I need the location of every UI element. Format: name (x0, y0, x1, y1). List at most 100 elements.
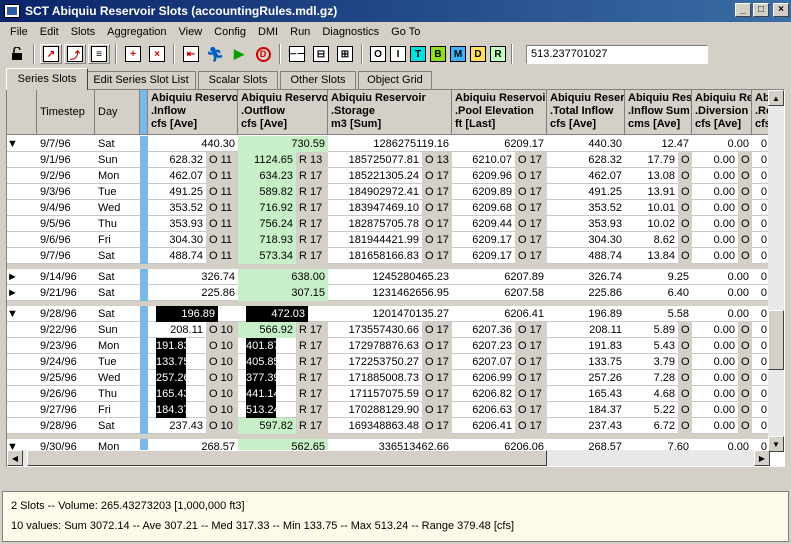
value-cell[interactable]: 573.34 (238, 248, 296, 264)
value-cell[interactable]: 196.89 (547, 306, 625, 322)
value-cell[interactable]: 183947469.10 (328, 200, 422, 216)
value-cell[interactable]: 6.72 (625, 418, 678, 434)
menu-item[interactable]: Slots (65, 26, 101, 38)
value-cell[interactable]: 6207.89 (452, 269, 547, 285)
vertical-scroll-thumb[interactable] (768, 310, 784, 370)
value-cell[interactable]: 12.47 (625, 136, 692, 152)
value-cell[interactable]: 181944421.99 (328, 232, 422, 248)
value-cell[interactable]: 0.00 (692, 184, 738, 200)
expand-toggle-icon[interactable] (7, 386, 37, 402)
header-slot[interactable]: Abiquiu Reservoir .Pool Elevation ft [Last… (452, 90, 547, 135)
value-cell[interactable]: 10.01 (625, 200, 678, 216)
value-cell[interactable]: 208.11 (148, 322, 206, 338)
value-cell[interactable]: 8.62 (625, 232, 678, 248)
value-cell[interactable]: 4.68 (625, 386, 678, 402)
value-cell[interactable]: 184902972.41 (328, 184, 422, 200)
menu-item[interactable]: File (4, 26, 34, 38)
value-cell[interactable]: 13.91 (625, 184, 678, 200)
lock-icon[interactable] (6, 44, 28, 64)
value-cell[interactable]: 171885008.73 (328, 370, 422, 386)
value-cell[interactable]: 1245280465.23 (328, 269, 452, 285)
value-cell[interactable]: 0.00 (692, 168, 738, 184)
value-cell[interactable]: 0.00 (692, 386, 738, 402)
menu-item[interactable]: View (173, 26, 209, 38)
value-cell[interactable]: 0.00 (692, 200, 738, 216)
header-day[interactable]: Day (95, 90, 140, 135)
value-cell[interactable]: 1286275119.16 (328, 136, 452, 152)
horizontal-scrollbar[interactable]: ◀ ▶ (7, 450, 770, 466)
value-cell[interactable]: 171157075.59 (328, 386, 422, 402)
value-cell[interactable]: 307.15 (238, 285, 328, 301)
value-cell[interactable]: 172978876.63 (328, 338, 422, 354)
value-cell[interactable]: 1124.65 (238, 152, 296, 168)
menu-item[interactable]: Edit (34, 26, 65, 38)
header-timestep[interactable]: Timestep (37, 90, 95, 135)
value-cell[interactable]: 730.59 (238, 136, 328, 152)
header-slot[interactable]: Abiquiu Reservoir .Outflow cfs [Ave] (238, 90, 328, 135)
menu-item[interactable]: Config (208, 26, 252, 38)
minimize-button[interactable]: _ (735, 3, 751, 17)
value-cell[interactable]: 169348863.48 (328, 418, 422, 434)
value-cell[interactable]: 165.43 (156, 386, 186, 402)
display-flag-r-button[interactable]: R (490, 46, 506, 62)
value-cell[interactable]: 208.11 (547, 322, 625, 338)
value-cell[interactable]: 17.79 (625, 152, 678, 168)
value-cell[interactable]: 181658166.83 (328, 248, 422, 264)
value-cell[interactable]: 488.74 (148, 248, 206, 264)
maximize-button[interactable]: □ (753, 3, 769, 17)
value-cell[interactable]: 462.07 (547, 168, 625, 184)
menu-item[interactable]: Run (284, 26, 316, 38)
expand-toggle-icon[interactable] (7, 184, 37, 200)
value-cell[interactable]: 185221305.24 (328, 168, 422, 184)
value-cell[interactable]: 1231462656.95 (328, 285, 452, 301)
expand-toggle-icon[interactable] (7, 248, 37, 264)
menu-item[interactable]: Go To (385, 26, 426, 38)
value-cell[interactable]: 1201470135.27 (328, 306, 452, 322)
value-cell[interactable]: 196.89 (156, 306, 218, 322)
value-cell[interactable]: 0.00 (692, 354, 738, 370)
value-cell[interactable]: 6209.68 (452, 200, 515, 216)
run-start-icon[interactable]: ⇤ (180, 44, 202, 64)
scroll-up-icon[interactable]: ▲ (768, 90, 784, 106)
value-cell[interactable]: 6209.17 (452, 232, 515, 248)
value-cell[interactable]: 377.39 (246, 370, 276, 386)
expand-toggle-icon[interactable]: ► (7, 269, 37, 285)
value-cell[interactable]: 184.37 (156, 402, 186, 418)
value-cell[interactable]: 237.43 (547, 418, 625, 434)
value-cell[interactable]: 634.23 (238, 168, 296, 184)
value-cell[interactable]: 225.86 (148, 285, 238, 301)
value-cell[interactable]: 326.74 (547, 269, 625, 285)
expand-toggle-icon[interactable] (7, 200, 37, 216)
value-cell[interactable]: 182875705.78 (328, 216, 422, 232)
expand-toggle-icon[interactable]: ► (7, 285, 37, 301)
value-cell[interactable]: 0.00 (692, 306, 752, 322)
menu-item[interactable]: DMI (252, 26, 284, 38)
value-cell[interactable]: 257.26 (156, 370, 186, 386)
value-cell[interactable]: 638.00 (238, 269, 328, 285)
value-cell[interactable]: 3.79 (625, 354, 678, 370)
value-cell[interactable]: 5.43 (625, 338, 678, 354)
value-cell[interactable]: 5.58 (625, 306, 692, 322)
value-cell[interactable]: 6206.63 (452, 402, 515, 418)
value-cell[interactable]: 304.30 (547, 232, 625, 248)
value-cell[interactable]: 191.83 (156, 338, 186, 354)
play-icon[interactable]: ▶ (228, 44, 250, 64)
scroll-down-icon[interactable]: ▼ (768, 436, 784, 452)
tab-edit-series-slot-list[interactable]: Edit Series Slot List (86, 71, 196, 90)
value-cell[interactable]: 173557430.66 (328, 322, 422, 338)
value-cell[interactable]: 440.30 (148, 136, 238, 152)
row-height-icon[interactable]: ⊟ (310, 44, 332, 64)
horizontal-scroll-thumb[interactable] (27, 450, 547, 466)
expand-toggle-icon[interactable] (7, 418, 37, 434)
value-cell[interactable]: 184.37 (547, 402, 625, 418)
value-cell[interactable]: 0.00 (692, 216, 738, 232)
header-slot[interactable]: Abiquiu Reservoir .Storage m3 [Sum] (328, 90, 452, 135)
value-cell[interactable]: 6206.41 (452, 418, 515, 434)
value-cell[interactable]: 165.43 (547, 386, 625, 402)
value-cell[interactable]: 6209.89 (452, 184, 515, 200)
value-cell[interactable]: 0.00 (692, 248, 738, 264)
expand-toggle-icon[interactable] (7, 322, 37, 338)
series-slot-grid[interactable]: Timestep Day Abiquiu Reservoir .Inflow cfs [… (6, 89, 785, 467)
value-cell[interactable]: 185725077.81 (328, 152, 422, 168)
value-cell[interactable]: 0.00 (692, 232, 738, 248)
